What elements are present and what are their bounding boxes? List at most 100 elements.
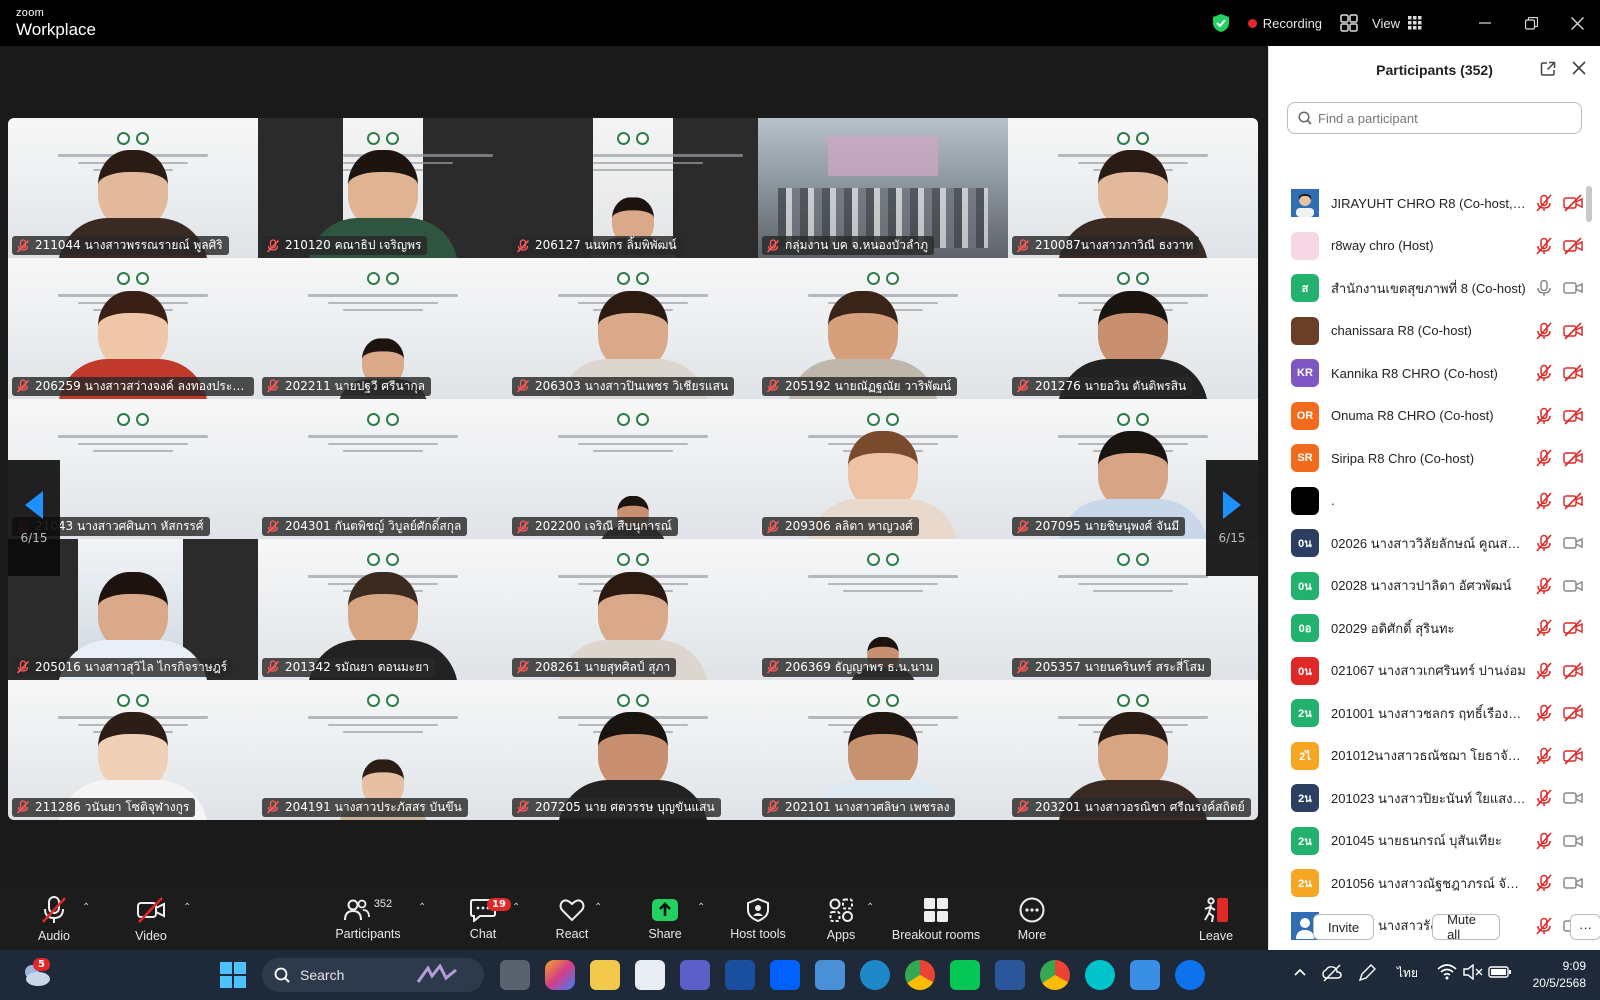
video-tile[interactable]: 202211 นายปฐวี ศรีนากุล: [258, 258, 508, 399]
mic-icon[interactable]: [1535, 279, 1553, 297]
view-button[interactable]: View: [1372, 16, 1422, 31]
camera-off-icon[interactable]: [1563, 194, 1583, 212]
battery-icon[interactable]: [1488, 964, 1512, 980]
mic-muted-icon[interactable]: [1535, 194, 1553, 212]
audio-options-caret[interactable]: ⌃: [82, 902, 90, 913]
mic-muted-icon[interactable]: [1535, 704, 1553, 722]
video-tile[interactable]: 206259 นางสาวสว่างจงค์ ลงทองประสริฐ: [8, 258, 258, 399]
restore-button[interactable]: [1508, 0, 1554, 46]
camera-off-icon[interactable]: [1563, 704, 1583, 722]
next-page-button[interactable]: 6/15: [1206, 460, 1258, 576]
microsoft-store-icon[interactable]: [635, 960, 665, 990]
word-icon[interactable]: [995, 960, 1025, 990]
teams-icon[interactable]: [680, 960, 710, 990]
mic-muted-icon[interactable]: [1535, 831, 1553, 850]
participant-row[interactable]: 2น 201023 นางสาวปิยะนันท์ ใยแสงจันทร์: [1269, 777, 1587, 820]
dropbox-icon[interactable]: [770, 960, 800, 990]
volume-muted-icon[interactable]: [1463, 964, 1483, 980]
mic-muted-icon[interactable]: [1535, 874, 1553, 892]
video-button[interactable]: Video: [131, 888, 171, 950]
zoom-taskbar-icon[interactable]: [1175, 960, 1205, 990]
pop-out-icon[interactable]: [1540, 61, 1556, 77]
windows-start-icon[interactable]: [220, 962, 246, 988]
breakout-rooms-button[interactable]: Breakout rooms: [888, 888, 984, 950]
video-tile[interactable]: 201342 รมัณยา ดอนมะยา: [258, 539, 508, 680]
video-tile[interactable]: 207205 นาย ศตวรรษ บุญขันแสน: [508, 679, 758, 820]
line-works-icon[interactable]: [725, 960, 755, 990]
video-tile[interactable]: 204191 นางสาวประภัสสร บันขึน: [258, 679, 508, 820]
video-tile[interactable]: 205192 นายณัฏฐณัย วาริพัฒน์: [758, 258, 1008, 399]
share-options-caret[interactable]: ⌃: [697, 902, 705, 913]
camera-off-icon[interactable]: [1563, 746, 1583, 765]
mic-muted-icon[interactable]: [1535, 406, 1553, 425]
video-tile[interactable]: 211044 นางสาวพรรณรายณ์ พูลศิริ: [8, 118, 258, 259]
video-tile[interactable]: 206303 นางสาวปินเพชร วิเชียรแสน: [508, 258, 758, 399]
invite-button[interactable]: Invite: [1313, 914, 1375, 940]
camera-off-icon[interactable]: [1563, 449, 1583, 467]
mic-muted-icon[interactable]: [1535, 321, 1553, 340]
mic-muted-icon[interactable]: [1535, 661, 1553, 680]
video-tile[interactable]: 203201 นางสาวอรณิชา ศรีณรงค์สถิตย์: [1008, 679, 1258, 820]
participant-row[interactable]: ส สำนักงานเขตสุขภาพที่ 8 (Co-host): [1269, 267, 1587, 310]
video-tile[interactable]: 202200 เจริณี สืบนุการณ์: [508, 398, 758, 540]
video-tile[interactable]: 204301 กันตพิชญ์ วิบูลย์ศักดิ์สกุล: [258, 398, 508, 540]
mic-muted-icon[interactable]: [1535, 534, 1553, 552]
video-tile[interactable]: 208261 นายสุทศิลป์ สุภา: [508, 539, 758, 680]
participant-row[interactable]: JIRAYUHT CHRO R8 (Co-host, me): [1269, 182, 1587, 225]
task-view-icon[interactable]: [500, 960, 530, 990]
camera-off-icon[interactable]: [1563, 619, 1583, 637]
camera-icon[interactable]: [1563, 279, 1583, 297]
participant-row[interactable]: 0น 021067 นางสาวเกศรินทร์ ปานง่อม: [1269, 650, 1587, 693]
camera-off-icon[interactable]: [1563, 364, 1583, 382]
participant-row[interactable]: SR Siripa R8 Chro (Co-host): [1269, 437, 1587, 480]
participant-row[interactable]: 2ไ 201012นางสาวธณัชฌา โยธาจันทร์: [1269, 735, 1587, 778]
camera-icon[interactable]: [1563, 534, 1583, 552]
edge-icon[interactable]: [860, 960, 890, 990]
camera-icon[interactable]: [1563, 789, 1583, 807]
chrome-icon[interactable]: [905, 960, 935, 990]
photos-icon[interactable]: [1130, 960, 1160, 990]
camera-off-icon[interactable]: [1563, 491, 1583, 510]
line-icon[interactable]: [950, 960, 980, 990]
taskbar-search[interactable]: Search: [262, 958, 484, 992]
camera-icon[interactable]: [1563, 874, 1583, 892]
tray-pen-icon[interactable]: [1358, 964, 1376, 982]
leave-button[interactable]: Leave: [1196, 888, 1236, 950]
participant-row[interactable]: chanissara R8 (Co-host): [1269, 310, 1587, 353]
participants-options-caret[interactable]: ⌃: [418, 902, 426, 913]
mic-muted-icon[interactable]: [1535, 449, 1553, 467]
tray-chevron-icon[interactable]: [1294, 968, 1306, 976]
mic-muted-icon[interactable]: [1535, 364, 1553, 382]
react-button[interactable]: React: [551, 888, 593, 950]
video-tile[interactable]: 206127 นนทกร ลิ้มพิพัฒน์: [508, 118, 758, 259]
video-tile[interactable]: 210120 คณาธิป เจริญพร: [258, 118, 508, 259]
video-tile[interactable]: กลุ่มงาน บค จ.หนองบัวลำภู: [758, 118, 1008, 259]
gallery-layout-icon[interactable]: [1340, 14, 1358, 32]
video-tile[interactable]: 211286 วนันยา โซติจุฬางกูร: [8, 679, 258, 820]
mic-muted-icon[interactable]: [1535, 789, 1553, 807]
share-button[interactable]: Share: [644, 888, 686, 950]
participant-row[interactable]: 2น 201045 นายธนกรณ์ บุสันเทียะ: [1269, 820, 1587, 863]
mic-muted-icon[interactable]: [1535, 746, 1553, 765]
chat-options-caret[interactable]: ⌃: [512, 902, 520, 913]
mic-muted-icon[interactable]: [1535, 236, 1553, 255]
copilot-icon[interactable]: [545, 960, 575, 990]
recording-indicator[interactable]: Recording: [1247, 16, 1322, 31]
more-button[interactable]: More: [1012, 888, 1052, 950]
taskbar-clock[interactable]: 9:09 20/5/2568: [1533, 958, 1586, 992]
camera-off-icon[interactable]: [1563, 321, 1583, 340]
video-options-caret[interactable]: ⌃: [183, 902, 191, 913]
minimize-button[interactable]: [1462, 0, 1508, 46]
participant-search-input[interactable]: Find a participant: [1287, 102, 1582, 134]
camera-off-icon[interactable]: [1563, 406, 1583, 425]
participant-list-scrollbar[interactable]: [1586, 186, 1592, 222]
participant-row[interactable]: 0อ 02029 อดิศักดิ์ สุรินทะ: [1269, 607, 1587, 650]
camera-icon[interactable]: [1563, 577, 1583, 595]
input-language[interactable]: ไทย: [1397, 964, 1418, 983]
video-tile[interactable]: 201276 นายอวิน ตันติพรสิน: [1008, 258, 1258, 399]
previous-page-button[interactable]: 6/15: [8, 460, 60, 576]
host-tools-button[interactable]: Host tools: [726, 888, 790, 950]
file-explorer-icon[interactable]: [590, 960, 620, 990]
close-panel-icon[interactable]: [1572, 61, 1586, 75]
participant-row[interactable]: KR Kannika R8 CHRO (Co-host): [1269, 352, 1587, 395]
